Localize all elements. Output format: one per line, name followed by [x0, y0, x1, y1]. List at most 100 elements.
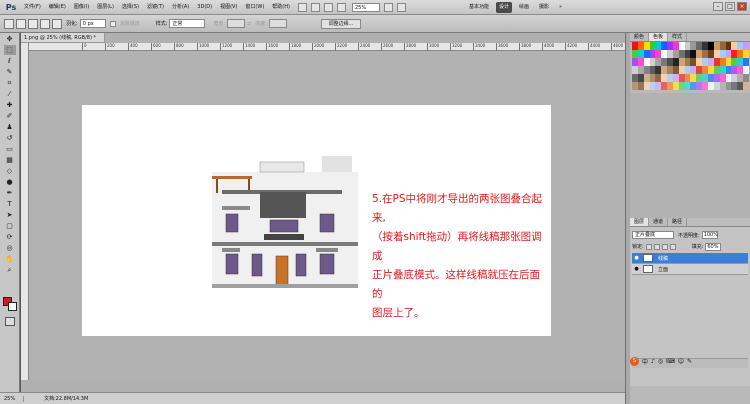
fill-input[interactable]: 60% [705, 242, 722, 251]
layer-row-lineart[interactable]: ● 线稿 [632, 253, 748, 264]
eye-icon[interactable]: ● [632, 255, 641, 261]
lock-all-icon[interactable] [669, 243, 676, 250]
hand-tool-icon[interactable]: ✋ [4, 254, 16, 264]
ime-note-icon[interactable]: ♪ [651, 358, 655, 365]
subtract-selection-icon[interactable] [40, 18, 50, 29]
height-input[interactable] [268, 19, 287, 28]
gradient-tool-icon[interactable]: ▦ [4, 155, 16, 165]
tab-channels[interactable]: 通道 [649, 218, 669, 226]
restore-icon[interactable]: □ [725, 2, 735, 11]
tab-styles[interactable]: 样式 [668, 33, 688, 41]
menu-select[interactable]: 选择(S) [118, 0, 143, 15]
swatch-grid[interactable] [632, 42, 749, 90]
style-select[interactable]: 正常 [169, 19, 206, 28]
menu-3d[interactable]: 3D(D) [193, 0, 216, 15]
blur-tool-icon[interactable]: ◇ [4, 166, 16, 176]
swatch-cell[interactable] [743, 74, 749, 82]
hand-tool-icon[interactable] [323, 2, 333, 12]
dodge-tool-icon[interactable]: ● [4, 177, 16, 187]
document-canvas[interactable]: 5.在PS中将刚才导出的两张图叠合起来, （按着shift拖动）再将线稿那张图调… [82, 105, 551, 336]
swatch-cell[interactable] [743, 82, 749, 90]
menu-window[interactable]: 窗口(W) [241, 0, 268, 15]
zoom-tool-icon[interactable]: ⌕ [4, 265, 16, 275]
lock-transparent-icon[interactable] [645, 243, 652, 250]
zoom-tool-icon[interactable] [336, 2, 346, 12]
add-selection-icon[interactable] [28, 18, 38, 29]
layer-row-elevation[interactable]: ● 立面 [632, 264, 748, 275]
ime-keyboard-icon[interactable]: ⌨ [666, 358, 675, 365]
menu-layer[interactable]: 图层(L) [93, 0, 118, 15]
marquee-tool-icon[interactable]: ⬚ [3, 45, 16, 55]
workspace-basic[interactable]: 基本功能 [466, 2, 492, 13]
refine-edge-button[interactable]: 调整边缘... [320, 18, 361, 29]
swatch-cell[interactable] [743, 50, 749, 58]
pen-tool-icon[interactable]: ✒ [4, 188, 16, 198]
eye-icon[interactable]: ● [632, 266, 641, 272]
minimize-icon[interactable]: – [713, 2, 723, 11]
document-tab[interactable]: 1.png @ 25% (线稿, RGB/8) * [21, 33, 105, 43]
building-elevation-image [212, 156, 358, 288]
shape-tool-icon[interactable]: ▢ [4, 221, 16, 231]
menu-analysis[interactable]: 分析(A) [168, 0, 193, 15]
feather-input[interactable]: 0 px [79, 19, 106, 28]
tab-swatches[interactable]: 色板 [649, 33, 669, 41]
zoom-level-select[interactable]: 25% [351, 2, 380, 12]
swap-icon[interactable]: ⇄ [247, 21, 251, 27]
tab-color[interactable]: 颜色 [630, 33, 650, 41]
sogou-ime-icon[interactable]: S [630, 356, 639, 366]
menu-view[interactable]: 视图(V) [216, 0, 241, 15]
menu-edit[interactable]: 编辑(E) [45, 0, 70, 15]
workspace-more[interactable]: » [556, 2, 565, 13]
tab-layers[interactable]: 图层 [630, 218, 650, 226]
healing-tool-icon[interactable]: ✚ [4, 100, 16, 110]
eraser-tool-icon[interactable]: ▭ [4, 144, 16, 154]
brush-tool-icon[interactable]: ✐ [4, 111, 16, 121]
antialias-checkbox[interactable] [109, 20, 116, 27]
eyedropper-tool-icon[interactable]: ⁄ [4, 89, 16, 99]
swatch-cell[interactable] [743, 58, 749, 66]
stamp-tool-icon[interactable]: ♟ [4, 122, 16, 132]
lasso-tool-icon[interactable]: ℓ [4, 56, 16, 66]
ime-punct-icon[interactable]: ◎ [658, 358, 663, 365]
menu-image[interactable]: 图像(I) [70, 0, 93, 15]
workspace-paint[interactable]: 绘画 [516, 2, 532, 13]
marquee-preset-icon[interactable] [4, 18, 14, 29]
menu-file[interactable]: 文件(F) [20, 0, 45, 15]
menu-help[interactable]: 帮助(H) [268, 0, 294, 15]
fill-label: 填充: [691, 244, 704, 250]
swatch-cell[interactable] [743, 42, 749, 50]
minibridge-icon[interactable] [310, 2, 320, 12]
history-brush-icon[interactable]: ↺ [4, 133, 16, 143]
quick-mask-icon[interactable] [5, 317, 15, 326]
ime-handwrite-icon[interactable]: ✎ [687, 358, 692, 365]
close-icon[interactable]: × [737, 2, 747, 11]
new-selection-icon[interactable] [16, 18, 26, 29]
3d-rotate-tool-icon[interactable]: ⟳ [4, 232, 16, 242]
background-color-swatch[interactable] [8, 302, 17, 311]
crop-tool-icon[interactable]: ⌗ [4, 78, 16, 88]
type-tool-icon[interactable]: T [4, 199, 16, 209]
ime-emoji-icon[interactable]: ☺ [678, 358, 684, 365]
3d-orbit-tool-icon[interactable]: ◎ [4, 243, 16, 253]
canvas-area[interactable]: 5.在PS中将刚才导出的两张图叠合起来, （按着shift拖动）再将线稿那张图调… [29, 51, 625, 380]
ruler-tick-label: 1200 [220, 43, 232, 51]
arrange-docs-icon[interactable] [383, 2, 393, 12]
width-input[interactable] [227, 19, 246, 28]
workspace-design[interactable]: 设计 [495, 1, 512, 13]
quick-select-tool-icon[interactable]: ✎ [4, 67, 16, 77]
tab-paths[interactable]: 路径 [668, 218, 688, 226]
status-zoom[interactable]: 25% [0, 395, 24, 402]
lock-position-icon[interactable] [661, 243, 668, 250]
ime-chinese-mode[interactable]: 中 [642, 357, 648, 366]
blend-mode-select[interactable]: 正片叠底 [632, 231, 674, 239]
bridge-icon[interactable] [297, 2, 307, 12]
opacity-input[interactable]: 100% [701, 231, 718, 239]
lock-image-icon[interactable] [653, 243, 660, 250]
move-tool-icon[interactable]: ✥ [4, 34, 16, 44]
swatch-cell[interactable] [743, 66, 749, 74]
intersect-selection-icon[interactable] [52, 18, 62, 29]
path-select-tool-icon[interactable]: ➤ [4, 210, 16, 220]
menu-filter[interactable]: 滤镜(T) [143, 0, 168, 15]
workspace-photo[interactable]: 摄影 [536, 2, 552, 13]
screen-mode-icon[interactable] [396, 2, 406, 12]
